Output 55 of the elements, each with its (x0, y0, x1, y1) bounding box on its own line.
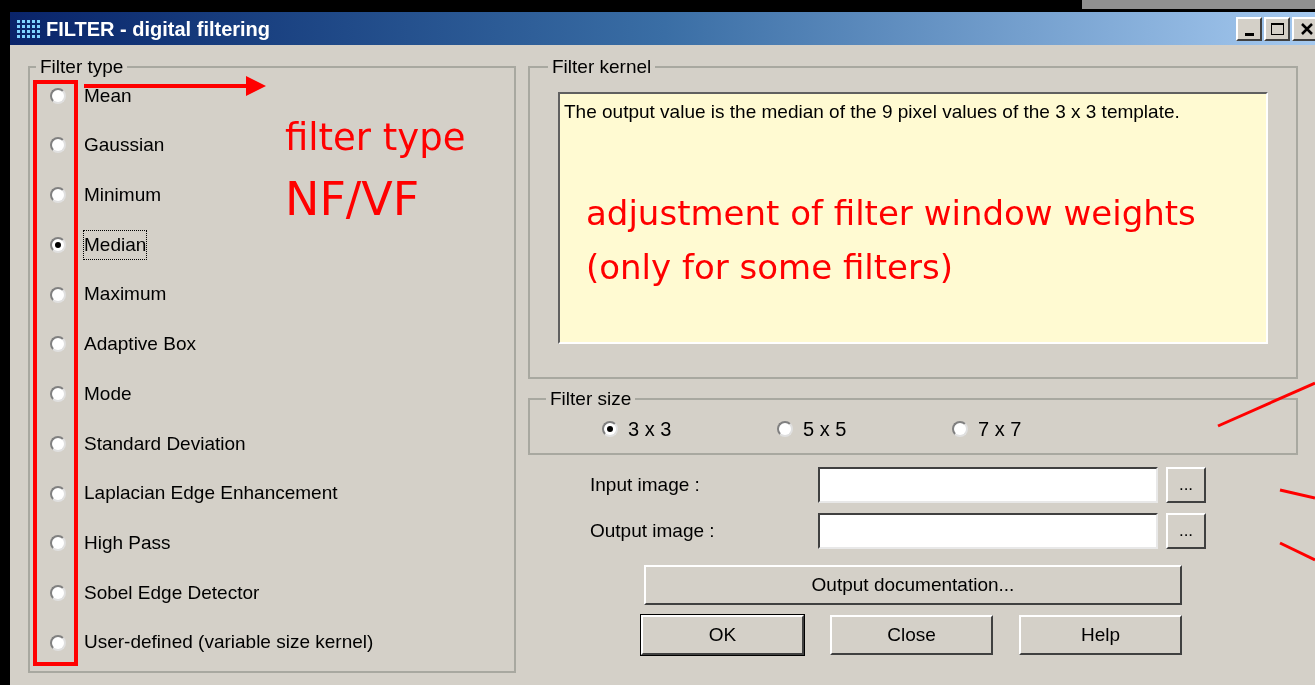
radio-button[interactable] (50, 584, 66, 601)
close-icon (1300, 22, 1314, 35)
annotation-text: NF/VF (285, 171, 420, 228)
radio-button[interactable] (50, 336, 66, 353)
radio-button[interactable] (50, 386, 66, 403)
field-label: Input image : (589, 472, 701, 497)
leader-line (1279, 488, 1315, 500)
radio-button[interactable] (50, 137, 66, 154)
radio-button[interactable] (50, 236, 66, 253)
radio-button[interactable] (50, 286, 66, 303)
radio-button[interactable] (50, 435, 66, 452)
annotation-text: filter type (285, 115, 466, 161)
maximize-button[interactable] (1264, 16, 1290, 41)
group-label: Filter size (549, 387, 633, 411)
browse-button[interactable]: ... (1166, 513, 1206, 549)
radio-button[interactable] (50, 535, 66, 552)
radio-label[interactable]: Gaussian (84, 131, 165, 160)
file-path-field[interactable] (818, 467, 1158, 503)
radio-label[interactable]: Median (84, 230, 147, 260)
radio-button[interactable] (50, 634, 66, 651)
dialog-button[interactable]: Help (1019, 615, 1182, 655)
radio-label[interactable]: High Pass (84, 528, 171, 558)
radio-label[interactable]: Laplacian Edge Enhancement (84, 479, 338, 508)
radio-label[interactable]: Adaptive Box (84, 330, 196, 359)
radio-button[interactable] (50, 485, 66, 502)
field-label: Output image : (589, 518, 716, 543)
radio-label[interactable]: Sobel Edge Detector (84, 578, 260, 608)
radio-button[interactable] (777, 420, 793, 437)
radio-label[interactable]: User-defined (variable size kernel) (84, 628, 374, 657)
browse-button[interactable]: ... (1166, 467, 1206, 503)
radio-label[interactable]: Standard Deviation (84, 429, 246, 459)
group-label: Filter kernel (551, 55, 653, 79)
radio-label[interactable]: 3 x 3 (628, 413, 672, 444)
dialog-button[interactable]: Output documentation... (644, 565, 1182, 605)
file-path-field[interactable] (818, 513, 1158, 549)
radio-label[interactable]: Maximum (84, 280, 167, 309)
close-button[interactable] (1292, 16, 1315, 41)
radio-button[interactable] (50, 187, 66, 204)
grid-icon (16, 17, 42, 40)
radio-label[interactable]: 7 x 7 (978, 413, 1022, 444)
radio-button[interactable] (952, 420, 968, 437)
radio-button[interactable] (50, 87, 66, 104)
annotation-text: adjustment of filter window weights (586, 192, 1196, 235)
window-title: FILTER - digital filtering (46, 16, 271, 42)
radio-button[interactable] (602, 420, 618, 437)
radio-label[interactable]: Minimum (84, 180, 162, 210)
radio-label[interactable]: Mean (84, 81, 132, 110)
dialog-button[interactable]: OK (641, 615, 804, 655)
minimize-button[interactable] (1236, 16, 1262, 41)
radio-label[interactable]: Mode (84, 379, 132, 409)
radio-label[interactable]: 5 x 5 (803, 413, 847, 444)
leader-line (1279, 541, 1315, 562)
annotation-text: (only for some filters) (586, 246, 953, 289)
group-label: Filter type (39, 55, 125, 79)
dialog-button[interactable]: Close (830, 615, 993, 655)
